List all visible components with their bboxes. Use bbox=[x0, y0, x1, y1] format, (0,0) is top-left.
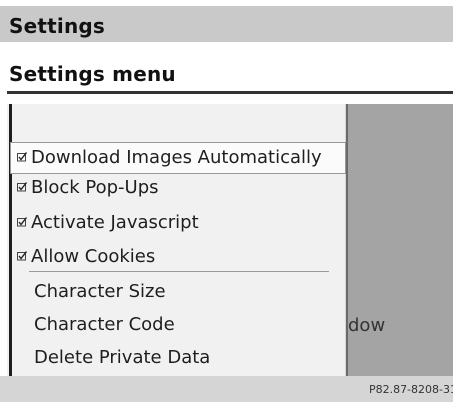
menu-item-delete-private-data[interactable]: Delete Private Data bbox=[34, 344, 210, 372]
background-window-text: dow bbox=[348, 315, 386, 336]
menu-item-block-popups[interactable]: Block Pop-Ups bbox=[17, 174, 159, 202]
settings-menu: Download Images Automatically Block Pop-… bbox=[7, 104, 346, 376]
menu-item-label: Character Code bbox=[34, 314, 175, 335]
menu-item-label: Allow Cookies bbox=[31, 246, 156, 267]
menu-item-character-code[interactable]: Character Code bbox=[34, 311, 175, 339]
section-title: Settings bbox=[9, 14, 106, 38]
menu-right-border bbox=[346, 104, 348, 376]
menu-item-allow-cookies[interactable]: Allow Cookies bbox=[17, 243, 155, 271]
menu-item-label: Block Pop-Ups bbox=[31, 177, 159, 198]
checkbox-checked-icon bbox=[17, 251, 27, 261]
checkbox-checked-icon bbox=[17, 152, 27, 162]
checkbox-checked-icon bbox=[17, 217, 27, 227]
menu-separator bbox=[29, 271, 329, 272]
checkbox-checked-icon bbox=[17, 182, 27, 192]
menu-item-label: Delete Private Data bbox=[34, 347, 211, 368]
menu-item-label: Download Images Automatically bbox=[31, 147, 322, 168]
image-reference-code: P82.87-8208-31 bbox=[368, 383, 453, 396]
display-screen: dow Download Images Automatically Block … bbox=[7, 104, 453, 376]
menu-item-label: Character Size bbox=[34, 281, 166, 302]
menu-item-download-images[interactable]: Download Images Automatically bbox=[17, 144, 322, 172]
menu-item-activate-javascript[interactable]: Activate Javascript bbox=[17, 209, 199, 237]
menu-item-label: Activate Javascript bbox=[31, 212, 199, 233]
subsection-divider bbox=[7, 91, 453, 94]
menu-item-character-size[interactable]: Character Size bbox=[34, 278, 166, 306]
subsection-title: Settings menu bbox=[9, 62, 176, 86]
